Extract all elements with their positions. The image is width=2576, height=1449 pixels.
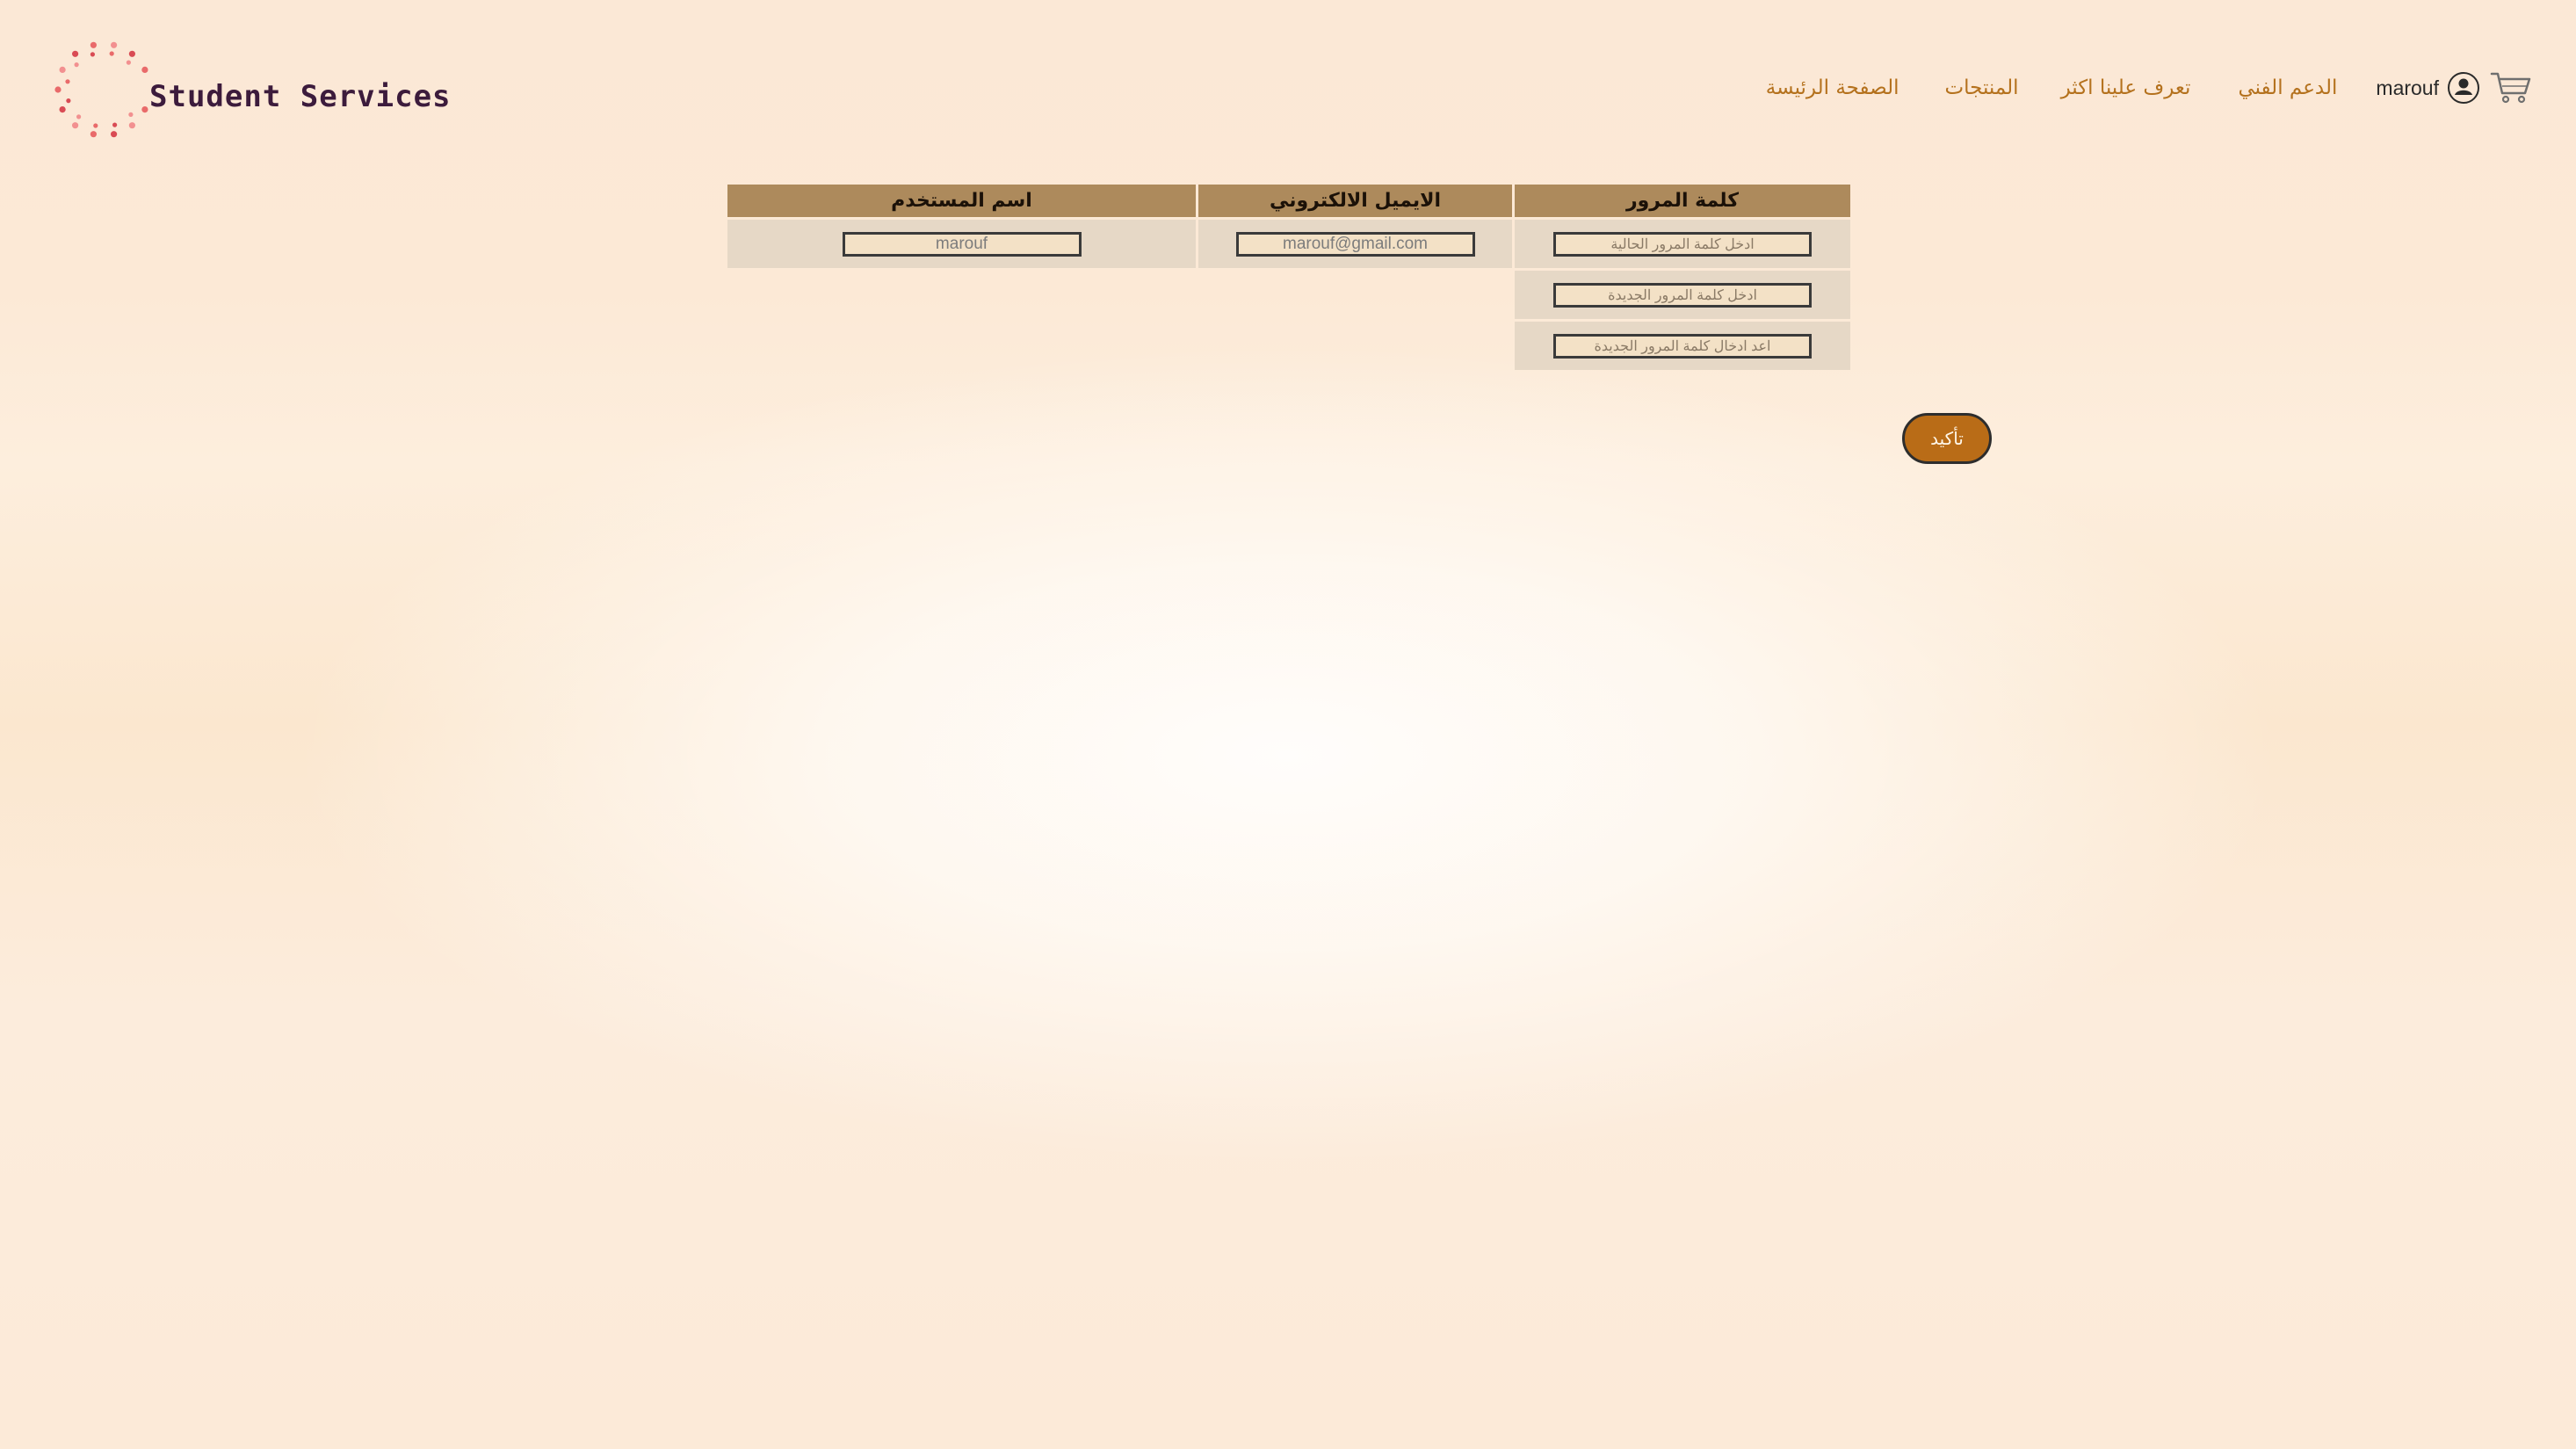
email-column: الايميل الالكتروني bbox=[1198, 185, 1512, 268]
confirm-button[interactable]: تأكيد bbox=[1902, 413, 1992, 464]
new-password-cell bbox=[1515, 271, 1850, 319]
logo-dots-icon bbox=[54, 41, 148, 138]
logo-dot bbox=[66, 98, 71, 104]
logo-dot bbox=[126, 60, 131, 65]
logo-dot bbox=[128, 50, 135, 57]
username-column: اسم المستخدم bbox=[727, 185, 1196, 268]
nav-link-support[interactable]: الدعم الفني bbox=[2238, 76, 2337, 99]
logo-dot bbox=[93, 123, 98, 128]
logo-dot bbox=[111, 41, 118, 48]
password-header: كلمة المرور bbox=[1515, 185, 1850, 217]
confirm-password-cell bbox=[1515, 322, 1850, 370]
user-icon bbox=[2448, 72, 2479, 104]
logo-dot bbox=[141, 66, 148, 73]
logo-dot bbox=[112, 122, 118, 127]
current-password-input[interactable] bbox=[1553, 231, 1812, 257]
password-column: كلمة المرور bbox=[1515, 185, 1850, 370]
logo-dot bbox=[72, 50, 79, 57]
cart-icon[interactable] bbox=[2490, 70, 2532, 105]
top-nav: الصفحة الرئيسة المنتجات تعرف علينا اكثر … bbox=[1766, 63, 2532, 112]
username-header: اسم المستخدم bbox=[727, 185, 1196, 217]
logo-dot bbox=[109, 51, 114, 56]
logo-dot bbox=[141, 106, 148, 113]
nav-link-products[interactable]: المنتجات bbox=[1944, 76, 2018, 99]
logo-dot bbox=[72, 122, 79, 129]
email-header: الايميل الالكتروني bbox=[1198, 185, 1512, 217]
logo-dot bbox=[90, 131, 97, 138]
logo-dot bbox=[128, 112, 134, 117]
username-input[interactable] bbox=[842, 231, 1082, 257]
logo-dot bbox=[59, 106, 66, 113]
logo-dot bbox=[90, 52, 95, 57]
current-password-cell bbox=[1515, 220, 1850, 268]
logo-dot bbox=[76, 114, 82, 120]
brand-name: Student Services bbox=[149, 79, 452, 114]
username-cell bbox=[727, 220, 1196, 268]
logo-dot bbox=[90, 41, 97, 48]
account-form-table: اسم المستخدم الايميل الالكتروني كلمة الم… bbox=[727, 185, 1850, 373]
user-name: marouf bbox=[2376, 76, 2439, 99]
logo-dot bbox=[111, 131, 118, 138]
user-account[interactable]: marouf bbox=[2376, 70, 2481, 105]
new-password-input[interactable] bbox=[1553, 282, 1812, 308]
nav-link-home[interactable]: الصفحة الرئيسة bbox=[1766, 76, 1899, 99]
confirm-password-input[interactable] bbox=[1553, 333, 1812, 359]
brand-logo[interactable]: Student Services bbox=[53, 35, 451, 149]
email-input[interactable] bbox=[1235, 231, 1475, 257]
logo-dot bbox=[65, 79, 70, 84]
logo-dot bbox=[128, 122, 135, 129]
logo-dot bbox=[54, 86, 62, 93]
logo-dot bbox=[74, 62, 79, 68]
email-cell bbox=[1198, 220, 1512, 268]
logo-dot bbox=[59, 66, 66, 73]
nav-link-about[interactable]: تعرف علينا اكثر bbox=[2061, 76, 2191, 99]
